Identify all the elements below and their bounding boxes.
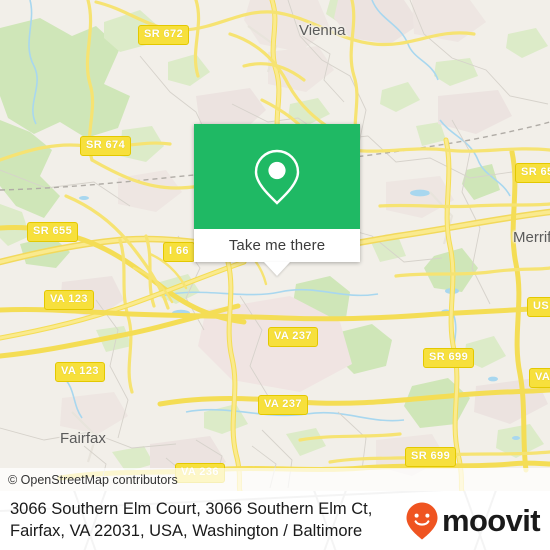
road-shield-sr-672: SR 672 — [138, 25, 190, 45]
map-canvas[interactable]: .water { fill:none; stroke:#a8d7ef; stro… — [0, 0, 550, 491]
moovit-wordmark: moovit — [441, 503, 541, 538]
road-shield-va-237-lower: VA 237 — [258, 395, 308, 415]
popup-icon-panel — [194, 124, 360, 229]
take-me-there-label: Take me there — [228, 237, 326, 254]
road-shield-va-237-right: VA 2 — [529, 368, 550, 388]
osm-attribution-text[interactable]: © OpenStreetMap contributors — [0, 473, 178, 487]
map-pin-icon — [254, 149, 300, 205]
road-shield-va-237-upper: VA 237 — [268, 327, 318, 347]
road-shield-sr-674: SR 674 — [80, 136, 132, 156]
place-label-vienna: Vienna — [299, 22, 346, 39]
road-shield-va-123-south: VA 123 — [55, 362, 105, 382]
road-shield-i-66: I 66 — [163, 242, 195, 262]
moovit-pin-icon — [406, 502, 438, 539]
popup-action-panel[interactable]: Take me there — [194, 229, 360, 262]
location-popup-card[interactable]: Take me there — [194, 124, 360, 276]
place-label-merrifield: Merrifi — [513, 229, 550, 246]
address-line-2: Fairfax, VA 22031, USA, Washington / Bal… — [10, 521, 363, 540]
road-shield-sr-655: SR 655 — [27, 222, 79, 242]
popup-tail-pointer — [264, 262, 290, 276]
road-shield-sr-699-lower: SR 699 — [405, 447, 457, 467]
place-label-fairfax: Fairfax — [60, 430, 106, 447]
road-shield-us-50: US 5 — [527, 297, 550, 317]
footer-bar: 3066 Southern Elm Court, 3066 Southern E… — [0, 491, 550, 550]
road-shield-sr-650: SR 650 — [515, 163, 550, 183]
map-attribution-bar: © OpenStreetMap contributors — [0, 468, 550, 491]
address-block: 3066 Southern Elm Court, 3066 Southern E… — [10, 499, 372, 543]
road-shield-sr-699-upper: SR 699 — [423, 348, 475, 368]
address-line-1: 3066 Southern Elm Court, 3066 Southern E… — [10, 499, 373, 518]
moovit-logo[interactable]: moovit — [405, 501, 541, 541]
road-shield-va-123-north: VA 123 — [44, 290, 94, 310]
